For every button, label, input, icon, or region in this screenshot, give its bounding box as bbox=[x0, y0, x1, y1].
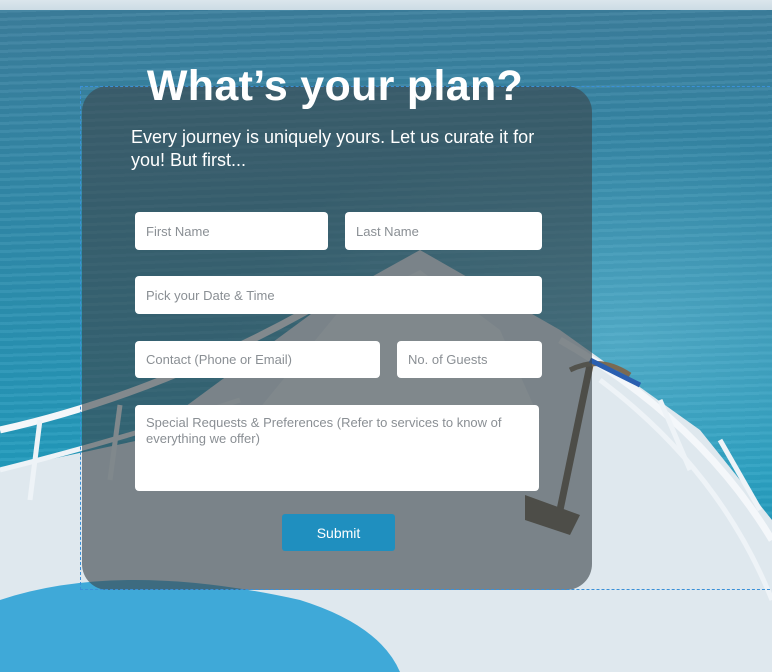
page-title: What’s your plan? bbox=[146, 62, 524, 110]
special-requests-textarea[interactable] bbox=[135, 405, 539, 491]
first-name-input[interactable] bbox=[135, 212, 328, 250]
contact-input[interactable] bbox=[135, 341, 380, 378]
guests-input[interactable] bbox=[397, 341, 542, 378]
last-name-input[interactable] bbox=[345, 212, 542, 250]
submit-button[interactable]: Submit bbox=[282, 514, 395, 551]
form-subtitle: Every journey is uniquely yours. Let us … bbox=[131, 127, 535, 170]
date-time-input[interactable] bbox=[135, 276, 542, 314]
